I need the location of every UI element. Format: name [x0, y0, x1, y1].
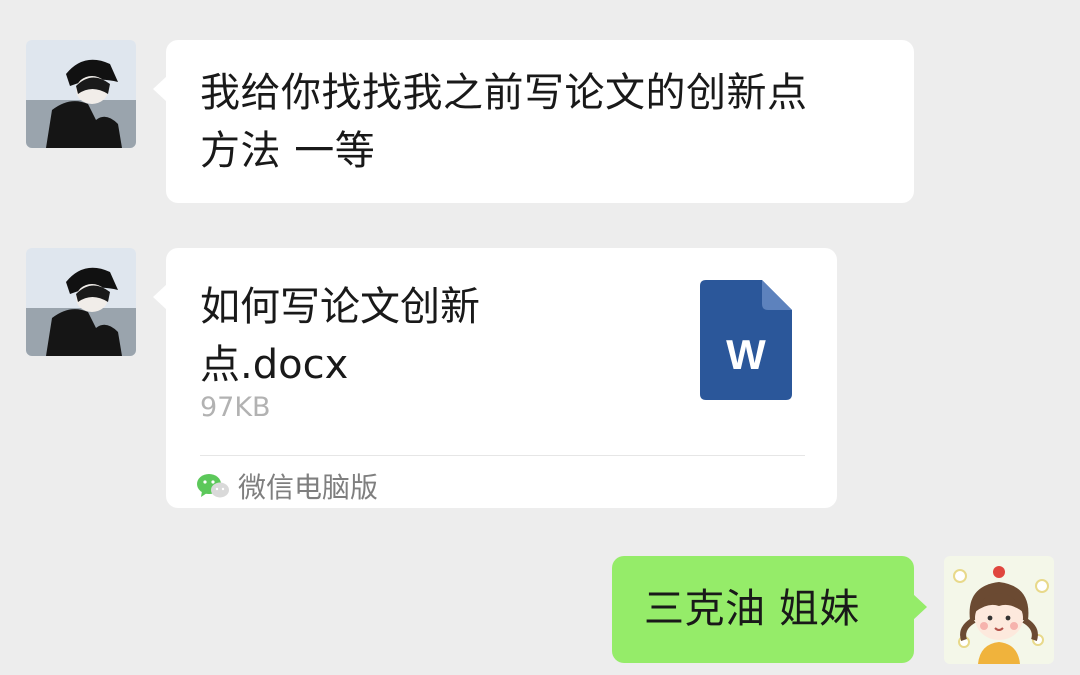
word-doc-icon: W: [700, 280, 792, 400]
file-name: 如何写论文创新 点.docx: [200, 284, 480, 388]
bubble-tail: [913, 594, 927, 620]
contact-avatar[interactable]: [26, 40, 136, 148]
file-source: 微信电脑版: [196, 466, 378, 506]
self-avatar[interactable]: [944, 556, 1054, 664]
message-bubble-outgoing[interactable]: 三克油 姐妹: [612, 556, 927, 663]
bubble-tail: [153, 76, 167, 102]
chat-screen: { "messages": [ { "sender": "other", "ty…: [0, 0, 1080, 675]
file-size: 97KB: [200, 392, 271, 423]
message-text: 三克油 姐妹: [644, 586, 860, 632]
wechat-icon: [197, 474, 229, 498]
word-icon-letter: W: [726, 331, 766, 378]
file-message-card[interactable]: 如何写论文创新 点.docx 97KB W 微信电脑版: [153, 248, 837, 508]
file-card-divider: [200, 455, 805, 456]
message-bubble-incoming[interactable]: 我给你找找我之前写论文的创新点 方法 一等: [153, 40, 914, 203]
message-text: 我给你找找我之前写论文的创新点 方法 一等: [200, 70, 808, 174]
bubble-tail: [153, 284, 167, 310]
contact-avatar[interactable]: [26, 248, 136, 356]
file-source-label: 微信电脑版: [238, 471, 379, 504]
